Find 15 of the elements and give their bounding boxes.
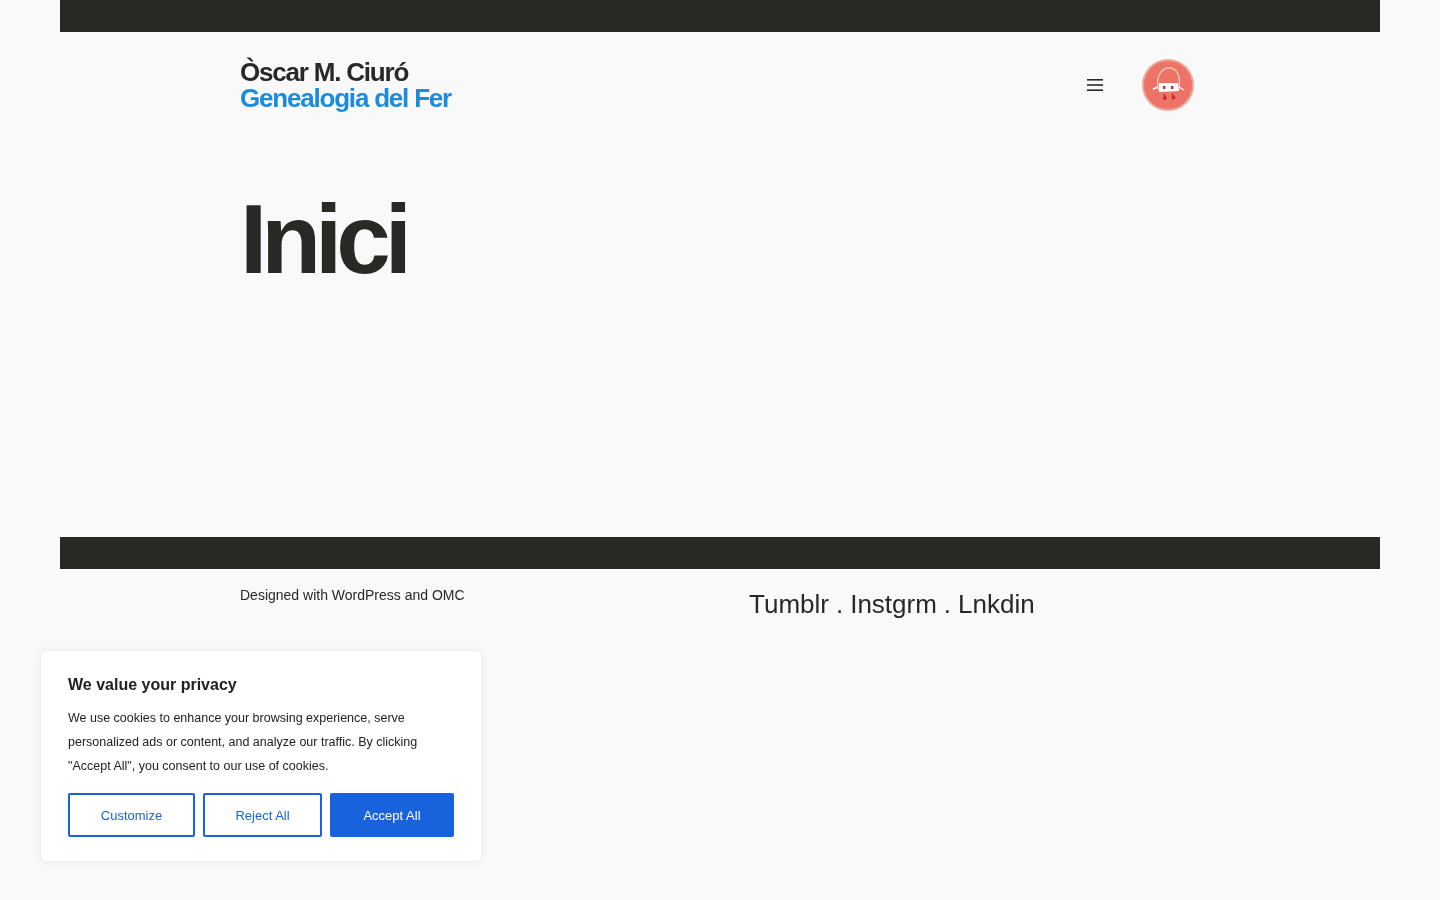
cookie-title: We value your privacy: [68, 675, 238, 695]
menu-icon[interactable]: [1087, 79, 1103, 91]
page-title: Inici: [240, 183, 408, 296]
site-title[interactable]: Òscar M. Ciuró: [240, 59, 452, 85]
footer-credit: Designed with WordPress and OMC: [240, 586, 466, 605]
separator-text: .: [943, 588, 952, 621]
cookie-text: We use cookies to enhance your browsing experience, serve personalized ads or content, and analyze our traffic. By clicking "Accept All", you consent to our use of cookies.: [68, 710, 419, 775]
cookie-option-button[interactable]: Reject All: [203, 793, 322, 837]
accept-button[interactable]: Accept All: [330, 793, 454, 837]
separator-text: .: [835, 588, 844, 621]
avatar-icon[interactable]: [1142, 59, 1194, 111]
cookie-option-button[interactable]: Customize: [68, 793, 195, 837]
social-link[interactable]: Tumblr: [749, 586, 829, 622]
social-link[interactable]: Lnkdin: [958, 586, 1035, 622]
social-link[interactable]: Instgrm: [850, 586, 937, 622]
